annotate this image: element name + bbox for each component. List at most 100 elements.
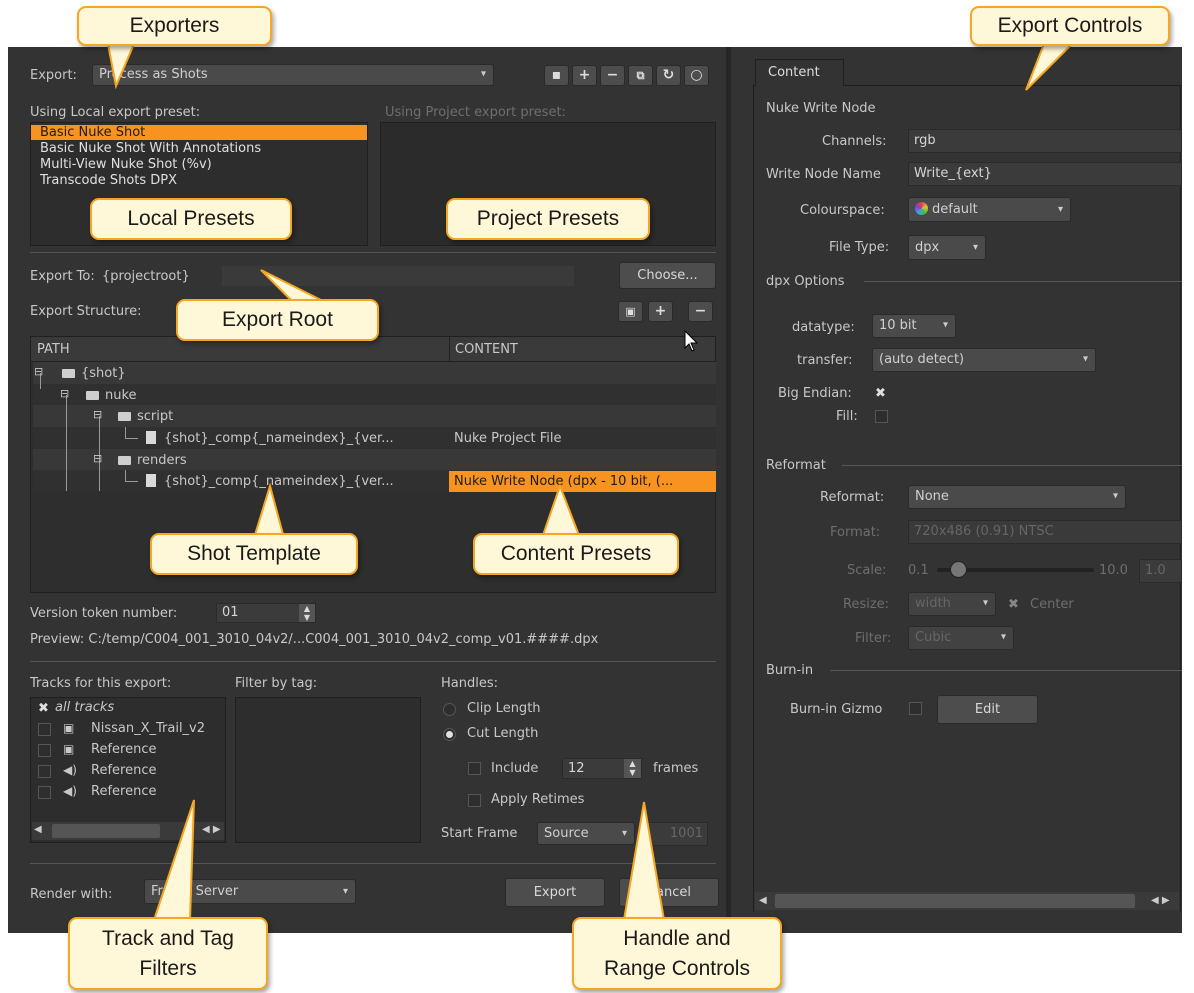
all-tracks-checkbox[interactable]: ✖	[38, 702, 49, 715]
tree-node-renders[interactable]: renders	[118, 453, 187, 468]
section-title: Nuke Write Node	[766, 101, 876, 116]
file-type-label: File Type:	[829, 240, 890, 255]
file-icon	[146, 431, 156, 444]
preset-item[interactable]: Transcode Shots DPX	[40, 173, 177, 188]
scrollbar-thumb[interactable]	[52, 824, 160, 838]
write-node-name-field[interactable]: Write_{ext}	[908, 162, 1182, 186]
center-checkbox[interactable]: ✖	[1008, 598, 1019, 611]
tree-expander[interactable]: ⊟	[34, 365, 43, 378]
tab-content[interactable]: Content	[755, 59, 844, 86]
colourspace-select[interactable]: default	[908, 197, 1071, 222]
scroll-left-icon[interactable]: ◀	[34, 824, 42, 835]
content-scrollbar[interactable]: ◀ ◀ ▶	[755, 892, 1179, 910]
track-tag-filters-callout: Track and Tag Filters	[68, 917, 268, 990]
copy-preset-icon[interactable]: ⧉	[628, 65, 653, 86]
track-checkbox[interactable]	[38, 744, 51, 757]
scroll-right-icon[interactable]: ◀ ▶	[1151, 895, 1170, 906]
datatype-select[interactable]: 10 bit	[872, 314, 956, 338]
tree-line	[125, 481, 138, 482]
handles-label: Handles:	[441, 676, 498, 691]
folder-icon	[118, 412, 131, 421]
preset-item[interactable]: Multi-View Nuke Shot (%v)	[40, 157, 212, 172]
divider	[30, 863, 716, 864]
apply-retimes-label: Apply Retimes	[491, 792, 585, 807]
reformat-select[interactable]: None	[908, 485, 1126, 509]
export-button[interactable]: Export	[505, 878, 605, 907]
clip-length-radio[interactable]	[443, 703, 456, 716]
exporter-select[interactable]: Process as Shots	[92, 64, 494, 86]
format-field[interactable]: 720x486 (0.91) NTSC	[908, 520, 1182, 544]
refresh-icon[interactable]: ○	[684, 65, 709, 86]
burnin-gizmo-label: Burn-in Gizmo	[790, 702, 883, 717]
add-preset-icon[interactable]: +	[572, 65, 597, 86]
scrollbar-thumb[interactable]	[775, 894, 1135, 908]
divider	[864, 281, 1182, 282]
file-icon	[146, 474, 156, 487]
callout-pointer	[106, 43, 136, 90]
big-endian-checkbox[interactable]: ✖	[875, 387, 886, 400]
table-row[interactable]	[33, 362, 716, 384]
resize-select[interactable]: width	[908, 592, 996, 616]
panel-splitter[interactable]	[726, 47, 731, 933]
spin-arrows-icon[interactable]: ▲ ▼	[624, 759, 641, 778]
cut-length-radio[interactable]	[443, 728, 456, 741]
filter-select[interactable]: Cubic	[908, 626, 1014, 650]
track-checkbox[interactable]	[38, 723, 51, 736]
transfer-label: transfer:	[797, 353, 853, 368]
remove-item-icon[interactable]: −	[688, 301, 713, 322]
tree-node-script[interactable]: script	[118, 409, 173, 424]
track-item[interactable]: Reference	[91, 784, 156, 799]
file-type-select[interactable]: dpx	[908, 235, 986, 260]
content-cell[interactable]: Nuke Project File	[454, 431, 562, 446]
tag-filter-list[interactable]	[235, 697, 421, 843]
include-checkbox[interactable]	[468, 762, 481, 775]
add-item-icon[interactable]: +	[648, 301, 673, 322]
folder-icon	[62, 369, 75, 378]
tree-node-nuke[interactable]: nuke	[86, 388, 137, 403]
new-preset-icon[interactable]: ▪	[544, 65, 569, 86]
channels-label: Channels:	[822, 134, 887, 149]
export-structure-label: Export Structure:	[30, 304, 142, 319]
tree-expander[interactable]: ⊟	[60, 387, 69, 400]
preview-path: Preview: C:/temp/C004_001_3010_04v2/...C…	[30, 632, 599, 647]
tree-node-shot[interactable]: {shot}	[62, 366, 126, 381]
filter-by-tag-label: Filter by tag:	[235, 676, 318, 691]
spin-arrows-icon[interactable]: ▲ ▼	[299, 604, 315, 622]
divider	[30, 252, 716, 253]
scale-slider-handle[interactable]	[950, 561, 967, 578]
speaker-icon: ◀)	[63, 763, 77, 777]
burnin-gizmo-checkbox[interactable]	[909, 702, 922, 715]
export-label: Export:	[30, 68, 77, 83]
version-label: Version token number:	[30, 606, 178, 621]
tree-expander[interactable]: ⊟	[93, 452, 102, 465]
track-checkbox[interactable]	[38, 765, 51, 778]
channels-field[interactable]: rgb	[908, 129, 1182, 153]
tree-expander[interactable]: ⊟	[93, 408, 102, 421]
big-endian-label: Big Endian:	[778, 386, 852, 401]
revert-preset-icon[interactable]: ↻	[656, 65, 681, 86]
divider	[842, 465, 1182, 466]
scale-field[interactable]: 1.0	[1139, 559, 1182, 583]
choose-button[interactable]: Choose...	[619, 262, 716, 289]
track-checkbox[interactable]	[38, 786, 51, 799]
fill-checkbox[interactable]	[875, 410, 888, 423]
content-column-header[interactable]: CONTENT	[455, 342, 518, 357]
folder-add-icon[interactable]: ▣	[618, 301, 643, 322]
transfer-select[interactable]: (auto detect)	[872, 348, 1096, 372]
shot-template-callout: Shot Template	[150, 533, 358, 575]
colour-wheel-icon	[915, 202, 928, 215]
scroll-left-icon[interactable]: ◀	[759, 895, 767, 906]
preset-item[interactable]: Basic Nuke Shot	[31, 125, 367, 140]
preset-item[interactable]: Basic Nuke Shot With Annotations	[40, 141, 261, 156]
apply-retimes-checkbox[interactable]	[468, 794, 481, 807]
export-root-callout: Export Root	[176, 299, 379, 341]
edit-button[interactable]: Edit	[937, 695, 1038, 724]
path-column-header[interactable]: PATH	[37, 342, 70, 357]
track-item[interactable]: Reference	[91, 763, 156, 778]
track-item[interactable]: Reference	[91, 742, 156, 757]
remove-preset-icon[interactable]: −	[600, 65, 625, 86]
exporters-callout: Exporters	[77, 6, 272, 46]
track-item[interactable]: Nissan_X_Trail_v2	[91, 721, 224, 736]
track-item[interactable]: all tracks	[55, 700, 114, 715]
tree-node-script-file[interactable]: {shot}_comp{_nameindex}_{ver...	[146, 431, 394, 446]
